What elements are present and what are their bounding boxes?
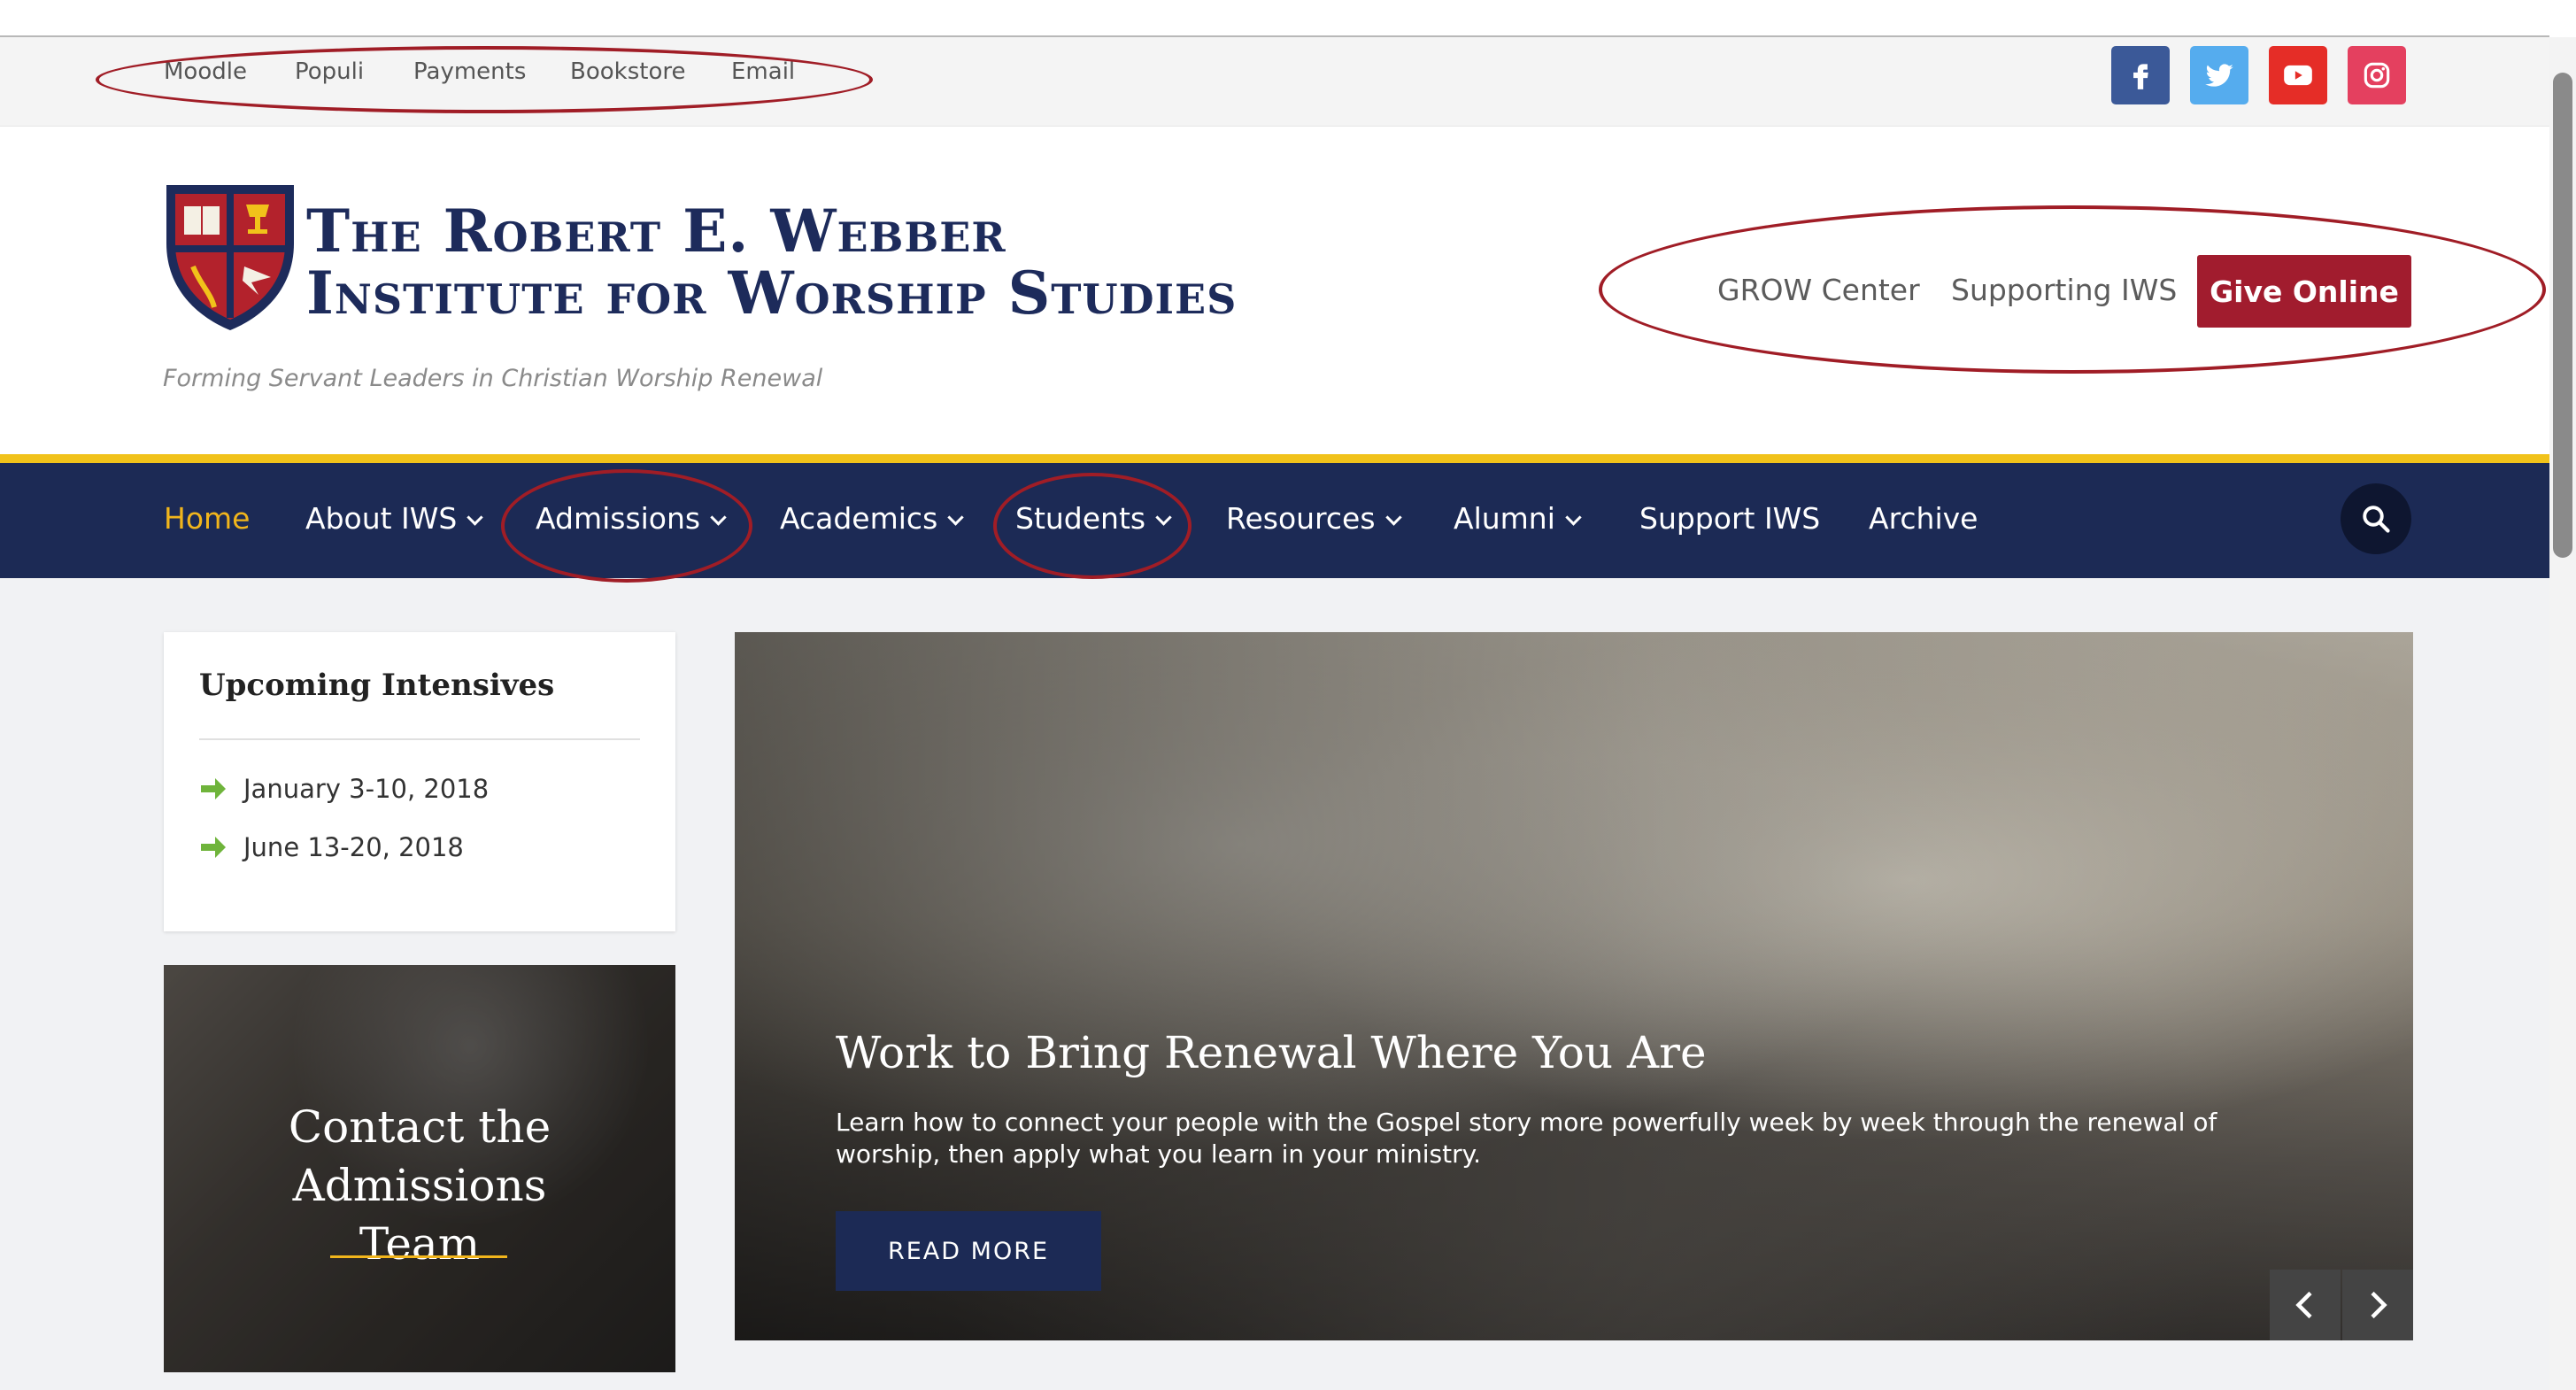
crest-logo[interactable] [161,181,299,334]
search-button[interactable] [2341,483,2411,554]
grow-center-link[interactable]: GROW Center [1717,273,1920,307]
chevron-down-icon [1384,509,1402,526]
brand-name-line2[interactable]: Institute for Worship Studies [306,259,1237,328]
admissions-card-title: Contact the Admissions Team [164,1098,675,1273]
hero-text: Learn how to connect your people with th… [836,1108,2217,1169]
brand-name-line1[interactable]: The Robert E. Webber [306,197,1006,266]
arrow-right-icon [201,837,226,858]
nav-item-archive[interactable]: Archive [1869,501,1978,536]
chevron-down-icon [947,509,964,526]
page: Moodle Populi Payments Bookstore Email T… [0,0,2576,1390]
nav-label: About IWS [305,501,458,536]
chevron-down-icon [1565,509,1582,526]
intensive-date: January 3-10, 2018 [243,774,490,804]
intensive-item[interactable]: June 13-20, 2018 [199,832,464,862]
nav-label: Archive [1869,501,1978,536]
nav-item-home[interactable]: Home [164,501,250,536]
intensive-date: June 13-20, 2018 [243,832,464,862]
brand-tagline: Forming Servant Leaders in Christian Wor… [163,365,823,392]
nav-item-students[interactable]: Students [1015,501,1172,536]
admissions-title-line1: Contact the Admissions [288,1101,551,1211]
chevron-down-icon [710,509,727,526]
instagram-icon[interactable] [2348,46,2406,104]
supporting-iws-link[interactable]: Supporting IWS [1951,273,2177,307]
nav-item-admissions[interactable]: Admissions [536,501,727,536]
slider-prev-button[interactable] [2270,1270,2341,1340]
chevron-down-icon [467,509,484,526]
nav-item-academics[interactable]: Academics [780,501,964,536]
chevron-left-icon [2295,1291,2312,1319]
upcoming-intensives-widget: Upcoming Intensives January 3-10, 2018 J… [164,632,675,931]
twitter-icon[interactable] [2190,46,2248,104]
give-online-button[interactable]: Give Online [2197,255,2411,328]
widget-title: Upcoming Intensives [199,668,555,703]
nav-label: Alumni [1454,501,1555,536]
nav-label: Resources [1226,501,1376,536]
utility-link-populi[interactable]: Populi [295,58,364,85]
admissions-card-underline [330,1255,507,1258]
utility-link-bookstore[interactable]: Bookstore [570,58,685,85]
arrow-right-icon [201,778,226,799]
nav-label: Admissions [536,501,701,536]
scrollbar-thumb[interactable] [2553,73,2572,558]
nav-label: Students [1015,501,1146,536]
nav-item-support-iws[interactable]: Support IWS [1639,501,1820,536]
nav-item-about[interactable]: About IWS [305,501,484,536]
hero-slider: Work to Bring Renewal Where You Are Lear… [735,632,2413,1340]
utility-link-email[interactable]: Email [731,58,795,85]
nav-item-resources[interactable]: Resources [1226,501,1402,536]
utility-link-payments[interactable]: Payments [413,58,526,85]
search-icon [2363,506,2390,533]
slider-next-button[interactable] [2342,1270,2413,1340]
nav-item-alumni[interactable]: Alumni [1454,501,1582,536]
utility-link-moodle[interactable]: Moodle [164,58,247,85]
gold-divider [0,454,2549,463]
widget-divider [199,738,640,740]
contact-admissions-card[interactable]: Contact the Admissions Team [164,965,675,1372]
youtube-icon[interactable] [2269,46,2327,104]
facebook-icon[interactable] [2111,46,2170,104]
hero-title: Work to Bring Renewal Where You Are [836,1027,1707,1078]
admissions-title-line2: Team [359,1218,481,1270]
chevron-right-icon [2371,1291,2387,1319]
chevron-down-icon [1155,509,1172,526]
nav-label: Home [164,501,251,536]
nav-label: Support IWS [1639,501,1821,536]
intensive-item[interactable]: January 3-10, 2018 [199,774,489,804]
nav-label: Academics [780,501,938,536]
read-more-button[interactable]: READ MORE [836,1211,1101,1291]
